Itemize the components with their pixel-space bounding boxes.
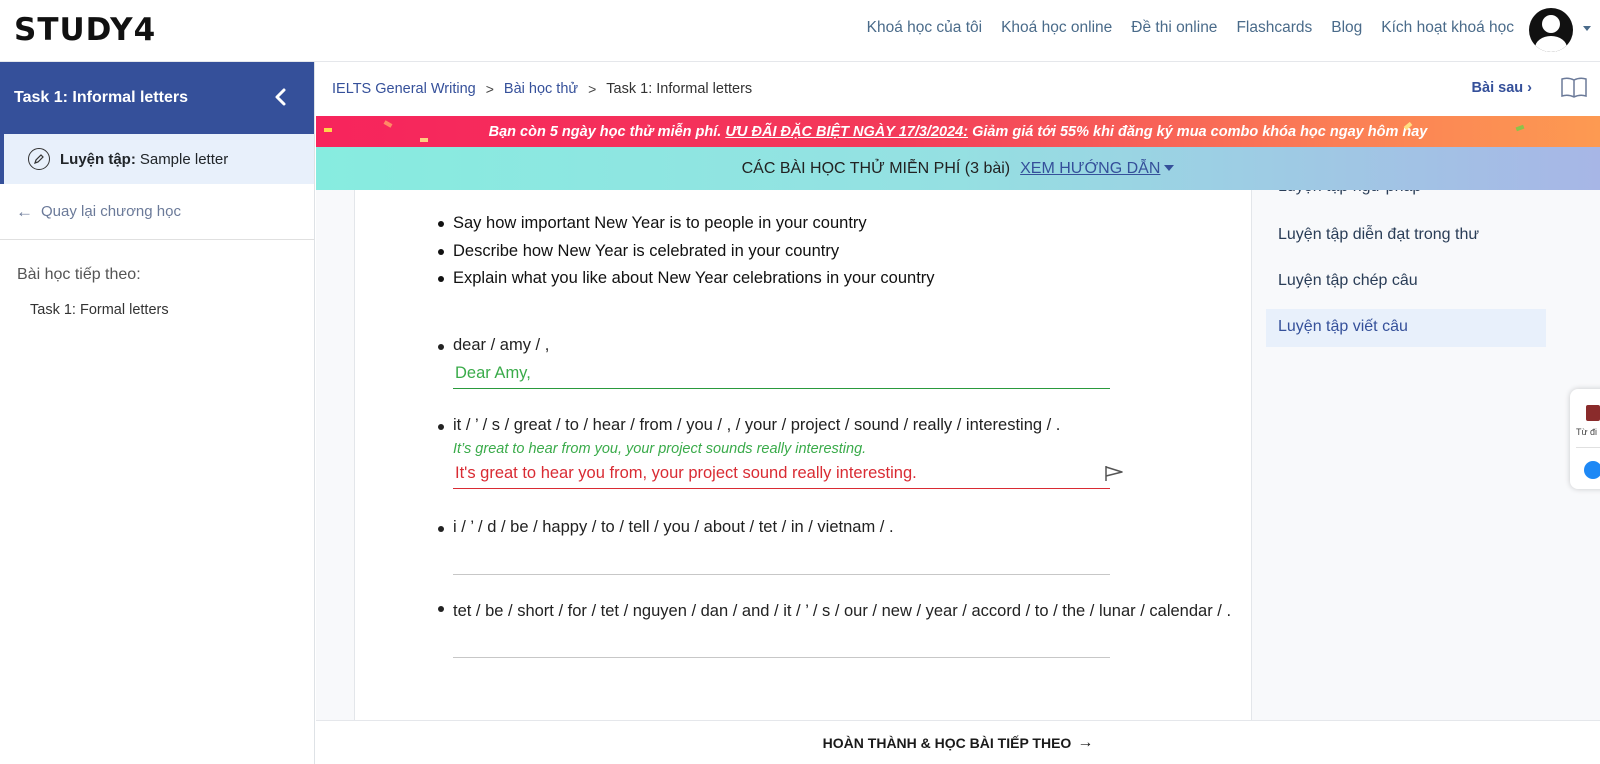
chevron-right-icon: > [485,81,494,97]
toc-item-grammar[interactable]: Luyện tập ngữ pháp [1266,190,1433,198]
answer-input[interactable] [453,459,1110,489]
lesson-content: Say how important New Year is to people … [316,190,1600,720]
breadcrumb-item-course[interactable]: IELTS General Writing [332,81,476,97]
free-lessons-text: CÁC BÀI HỌC THỬ MIỄN PHÍ (3 bài) [741,159,1011,177]
back-to-chapter-link[interactable]: ← Quay lại chương học [0,184,314,240]
promo-highlight: ƯU ĐÃI ĐẶC BIỆT NGÀY 17/3/2024: [725,123,969,140]
sidebar-item-prefix: Luyện tập: [60,150,136,168]
confetti-decoration [420,138,428,142]
view-guide-link[interactable]: XEM HƯỚNG DẪN [1020,159,1175,178]
top-navbar: STUDY4 Khoá học của tôi Khoá học online … [0,0,1600,62]
free-lessons-bar: CÁC BÀI HỌC THỬ MIỄN PHÍ (3 bài) XEM HƯỚ… [316,147,1600,190]
sidebar-title: Task 1: Informal letters [14,89,188,106]
sidebar-header: Task 1: Informal letters [0,62,314,134]
next-lesson-heading: Bài học tiếp theo: [17,266,141,283]
chevron-down-icon[interactable] [1583,26,1591,31]
breadcrumb-item-trial[interactable]: Bài học thử [504,81,578,97]
user-avatar[interactable] [1529,8,1573,52]
next-lesson-item[interactable]: Task 1: Formal letters [0,302,314,318]
task-bullet-list: Say how important New Year is to people … [438,210,935,293]
question-prompt: it / ’ / s / great / to / hear / from / … [438,416,1110,435]
arrow-left-icon: ← [16,201,33,221]
nav-online-tests[interactable]: Đề thi online [1131,19,1217,37]
breadcrumb: IELTS General Writing > Bài học thử > Ta… [316,62,1600,116]
main-nav: Khoá học của tôi Khoá học online Đề thi … [867,19,1514,37]
toc-item-copy-sentences[interactable]: Luyện tập chép câu [1266,263,1546,301]
question-item: dear / amy / , [438,336,1110,389]
caret-down-icon [1164,165,1175,172]
next-lesson-button[interactable]: Bài sau › [1472,80,1532,96]
lesson-sidebar: Task 1: Informal letters Luyện tập: Samp… [0,62,315,764]
task-bullet: Describe how New Year is celebrated in y… [438,238,935,266]
book-icon[interactable] [1561,76,1587,98]
chevron-left-icon[interactable] [270,86,292,108]
toc-item-letter-expression[interactable]: Luyện tập diễn đạt trong thư [1266,217,1546,255]
confetti-decoration [383,120,393,128]
sidebar-item-label: Sample letter [139,150,229,168]
task-bullet: Say how important New Year is to people … [438,210,935,238]
nav-activate-course[interactable]: Kích hoạt khoá học [1381,19,1514,37]
dictionary-label: Từ đi [1576,427,1598,437]
complete-next-label: HOÀN THÀNH & HỌC BÀI TIẾP THEO [822,734,1072,751]
correct-answer-hint: It’s great to hear from you, your projec… [453,441,867,457]
task-bullet: Explain what you like about New Year cel… [438,265,935,293]
promo-tail: Giảm giá tới 55% khi đăng ký mua combo k… [972,123,1428,140]
question-item: tet / be / short / for / tet / nguyen / … [438,598,1253,658]
confetti-decoration [1515,124,1525,132]
back-link-label: Quay lại chương học [41,203,181,220]
nav-my-courses[interactable]: Khoá học của tôi [867,19,982,37]
nav-flashcards[interactable]: Flashcards [1236,19,1312,37]
flag-icon[interactable] [1103,464,1125,482]
complete-next-button[interactable]: HOÀN THÀNH & HỌC BÀI TIẾP THEO → [316,720,1600,764]
pencil-icon [28,148,50,170]
floating-tools: Từ đi [1570,389,1600,489]
nav-blog[interactable]: Blog [1331,19,1362,37]
answer-input[interactable] [453,628,1110,658]
dictionary-icon[interactable] [1586,405,1600,421]
answer-input[interactable] [453,359,1110,389]
question-item: i / ’ / d / be / happy / to / tell / you… [438,518,1110,575]
promo-banner[interactable]: Bạn còn 5 ngày học thử miễn phí. ƯU ĐÃI … [316,116,1600,147]
promo-lead: Bạn còn 5 ngày học thử miễn phí. [488,123,722,140]
view-guide-label: XEM HƯỚNG DẪN [1020,159,1161,177]
lesson-toc: Luyện tập ngữ pháp Luyện tập diễn đạt tr… [1266,190,1546,355]
breadcrumb-item-current: Task 1: Informal letters [606,81,753,97]
site-logo[interactable]: STUDY4 [14,12,156,48]
question-prompt: tet / be / short / for / tet / nguyen / … [438,598,1253,624]
sidebar-item-sample-letter[interactable]: Luyện tập: Sample letter [0,134,314,184]
answer-input[interactable] [453,545,1110,575]
arrow-right-icon: → [1077,733,1094,751]
question-item: it / ’ / s / great / to / hear / from / … [438,416,1110,489]
question-prompt: dear / amy / , [438,336,1110,355]
question-prompt: i / ’ / d / be / happy / to / tell / you… [438,518,1110,537]
nav-online-courses[interactable]: Khoá học online [1001,19,1112,37]
chevron-right-icon: > [588,81,597,97]
next-lesson-label: Bài sau [1471,80,1524,96]
exercise-card: Say how important New Year is to people … [354,190,1252,720]
messenger-icon[interactable] [1584,461,1600,479]
toc-item-write-sentences[interactable]: Luyện tập viết câu [1266,309,1546,347]
divider [1576,447,1600,448]
confetti-decoration [324,128,332,132]
